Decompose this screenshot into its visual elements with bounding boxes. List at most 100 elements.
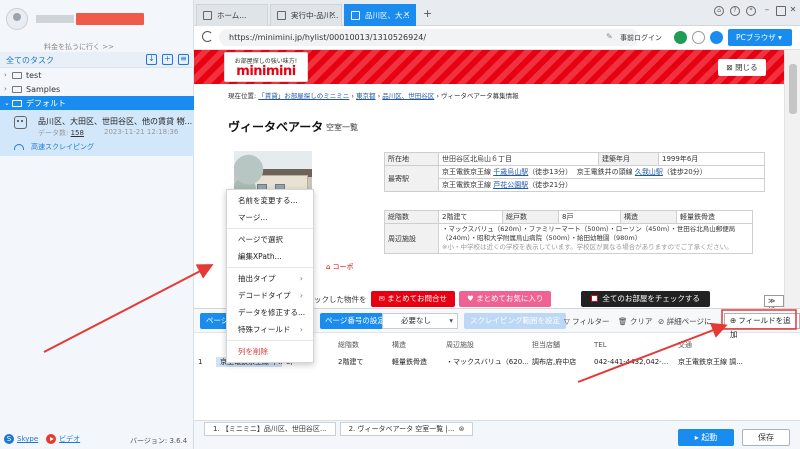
filter-button[interactable]: ▽ フィルター [564, 316, 610, 327]
tasks-title: 全てのタスク [6, 56, 54, 65]
column-header[interactable]: 周辺施設 [442, 340, 528, 350]
tab-home[interactable]: ホーム... [196, 4, 268, 26]
menu-delete-column[interactable]: 列を削除 [227, 343, 313, 360]
menu-extract-type[interactable]: 抽出タイプ › [227, 270, 313, 287]
maximize-icon[interactable] [776, 6, 786, 16]
property-table: 所在地 世田谷区北烏山６丁目 建築年月 1999年6月 最寄駅 京王電鉄京王線 … [384, 152, 765, 192]
user-agent-icon[interactable] [692, 31, 705, 44]
pay-link[interactable]: 料金を払うに行く >> [44, 42, 114, 52]
close-icon[interactable]: ✕ [179, 115, 186, 124]
close-tab-icon[interactable]: ✕ [329, 10, 336, 19]
skype-link[interactable]: Skype [17, 435, 38, 443]
folder-samples[interactable]: › Samples [0, 82, 194, 96]
save-button[interactable]: 保存 [742, 429, 790, 446]
folder-label: デフォルト [26, 98, 66, 108]
menu-special-field[interactable]: 特殊フィールド › [227, 321, 313, 338]
blue-status-icon[interactable] [710, 31, 723, 44]
fold-button[interactable]: ≫ 折る [764, 295, 784, 308]
close-tab-icon[interactable]: ✕ [403, 10, 410, 19]
tab-running[interactable]: 実行中-品川... ✕ [270, 4, 342, 26]
version-label: バージョン: 3.6.4 [130, 437, 188, 445]
context-menu: 名前を変更する... マージ... ページで選択 編集XPath... 抽出タイ… [226, 189, 314, 363]
folder-icon [12, 71, 22, 79]
menu-select-in-page[interactable]: ページで選択 [227, 231, 313, 248]
page-tabs: 1. 【ミニミニ】品川区、世田谷区... 2. ヴィータベアータ 空室一覧 |.… [204, 422, 477, 436]
page-scrollbar[interactable] [784, 50, 800, 308]
close-icon[interactable]: ⊗ [459, 425, 465, 433]
page-icon [277, 11, 286, 20]
url-field[interactable]: https://minimini.jp/hylist/00010013/1310… [219, 29, 639, 46]
pin-icon[interactable]: ⌂ [714, 6, 724, 16]
column-header[interactable]: 総階数 [334, 340, 388, 350]
column-header[interactable]: 交通 [674, 340, 754, 350]
site-logo[interactable]: お部屋探しの強い味方! minimini [224, 52, 308, 82]
video-link[interactable]: ビデオ [59, 434, 80, 444]
scrollbar-thumb[interactable] [789, 64, 797, 114]
chevron-right-icon: › [299, 325, 303, 334]
download-icon[interactable]: ↓ [146, 54, 157, 65]
menu-edit-xpath[interactable]: 編集XPath... [227, 248, 313, 265]
bulk-action-bar: ックした物件を ✉ まとめてお問合せ ♥ まとめてお気に入り 全てのお部屋をチェ… [314, 290, 710, 308]
station-link[interactable]: 久我山駅 [635, 168, 663, 176]
column-header[interactable]: TEL [590, 341, 674, 349]
gauge-icon [14, 144, 24, 150]
add-field-button[interactable]: フィールドを追加 [724, 313, 800, 339]
menu-rename[interactable]: 名前を変更する... [227, 192, 313, 209]
youtube-icon [46, 434, 57, 444]
robot-icon [14, 116, 27, 129]
filter-icon: ▽ [564, 317, 570, 326]
scrape-range-button[interactable]: スクレイピング範囲を設定 [464, 313, 566, 329]
start-button[interactable]: ▸ 起動 [678, 429, 734, 446]
green-status-icon[interactable] [674, 31, 687, 44]
checkbox-icon [591, 295, 599, 302]
folder-test[interactable]: › test [0, 68, 194, 82]
page-tab-1[interactable]: 1. 【ミニミニ】品川区、世田谷区... [204, 422, 336, 436]
task-item[interactable]: 品川区、大田区、世田谷区、他の賃貸 物... ✕ データ数: 158 2023-… [0, 110, 194, 156]
bulk-inquiry-button[interactable]: ✉ まとめてお問合せ [370, 291, 455, 307]
check-all-button[interactable]: 全てのお部屋をチェックする [581, 291, 710, 307]
page-subtitle: 空室一覧 [326, 123, 358, 132]
window-close-icon[interactable]: ✕ [788, 6, 798, 16]
left-panel: 料金を払うに行く >> 全てのタスク ↓ + ≡ › test › Sample… [0, 0, 194, 449]
page-tab-2[interactable]: 2. ヴィータベアータ 空室一覧 |... ⊗ [339, 422, 474, 436]
breadcrumb-link[interactable]: 品川区、世田谷区 [382, 92, 434, 100]
page-number-select[interactable]: 必要なし [382, 313, 458, 329]
new-tab-icon[interactable]: + [423, 7, 432, 20]
username-redacted [36, 15, 74, 23]
station-link[interactable]: 千歳烏山駅 [493, 168, 528, 176]
bottom-bar: 1. 【ミニミニ】品川区、世田谷区... 2. ヴィータベアータ 空室一覧 |.… [194, 420, 800, 449]
reload-icon[interactable] [202, 31, 213, 42]
detail-page-button[interactable]: ⊘ 詳細ページに [658, 316, 712, 327]
menu-fix-data[interactable]: データを修正する... [227, 304, 313, 321]
new-task-icon[interactable]: + [162, 54, 173, 65]
bulk-favorite-button[interactable]: ♥ まとめてお気に入り [458, 291, 552, 307]
clear-button[interactable]: 🗑 クリア [618, 316, 652, 327]
breadcrumb-link[interactable]: 東京都 [356, 92, 376, 100]
pre-login-button[interactable]: 事前ログイン [620, 33, 662, 43]
task-count-value[interactable]: 158 [71, 129, 84, 137]
chevron-right-icon: › [299, 291, 303, 300]
tab-active[interactable]: 品川区、大... ✕ [344, 4, 416, 26]
tasks-header: 全てのタスク ↓ + ≡ [0, 52, 194, 68]
gear-icon[interactable]: * [746, 6, 756, 16]
redaction-mark [76, 13, 144, 25]
pc-browser-select[interactable]: PCブラウザ ▾ [728, 29, 792, 46]
chevron-right-icon: › [4, 71, 7, 79]
menu-merge[interactable]: マージ... [227, 209, 313, 226]
settings-icon[interactable]: ≡ [178, 54, 189, 65]
close-page-button[interactable]: ⊠ 閉じる [718, 59, 766, 76]
station-link[interactable]: 芦花公園駅 [493, 181, 528, 189]
page-number-setting[interactable]: ページ番号の設定 [320, 313, 390, 329]
folder-icon [12, 99, 22, 107]
breadcrumb-link[interactable]: 「賃貸」お部屋探しのミニミニ [258, 92, 349, 100]
minimize-icon[interactable]: – [762, 6, 772, 16]
chevron-right-icon: › [4, 85, 7, 93]
menu-decode-type[interactable]: デコードタイプ › [227, 287, 313, 304]
help-icon[interactable]: ? [730, 6, 740, 16]
folder-default[interactable]: ⌄ デフォルト [0, 96, 194, 110]
account-area[interactable] [6, 8, 144, 30]
page-title: ヴィータベアータ [228, 120, 324, 134]
column-header[interactable]: 構造 [388, 340, 442, 350]
edit-icon[interactable]: ✎ [606, 32, 613, 41]
column-header[interactable]: 担当店舗 [528, 340, 590, 350]
